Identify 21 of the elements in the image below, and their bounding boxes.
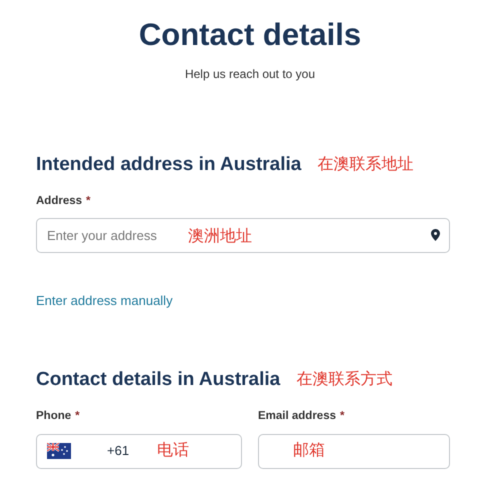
required-mark: * (86, 194, 91, 210)
field-label: Email address (258, 409, 336, 424)
annotation: 在澳联系地址 (317, 154, 414, 176)
annotation: 澳洲地址 (188, 226, 252, 248)
required-mark: * (75, 409, 80, 424)
field-label: Phone (36, 409, 72, 424)
location-pin-icon (431, 229, 440, 242)
field-label: Address (36, 194, 82, 210)
annotation: 在澳联系方式 (296, 370, 392, 390)
page-title: Contact details (138, 16, 362, 54)
annotation: 邮箱 (293, 440, 325, 462)
email-field[interactable]: 邮箱 (258, 434, 450, 469)
section-heading: Contact details in Australia (36, 369, 280, 392)
manual-address-link[interactable]: Enter address manually (36, 291, 173, 311)
phone-field[interactable]: +61 电话 (36, 434, 242, 469)
annotation: 电话 (157, 440, 190, 462)
section-heading: Intended address in Australia (36, 154, 302, 177)
required-mark: * (340, 409, 344, 424)
country-code: +61 (106, 442, 130, 460)
page-subtitle: Help us reach out to you (184, 66, 316, 84)
flag-icon (47, 443, 71, 460)
